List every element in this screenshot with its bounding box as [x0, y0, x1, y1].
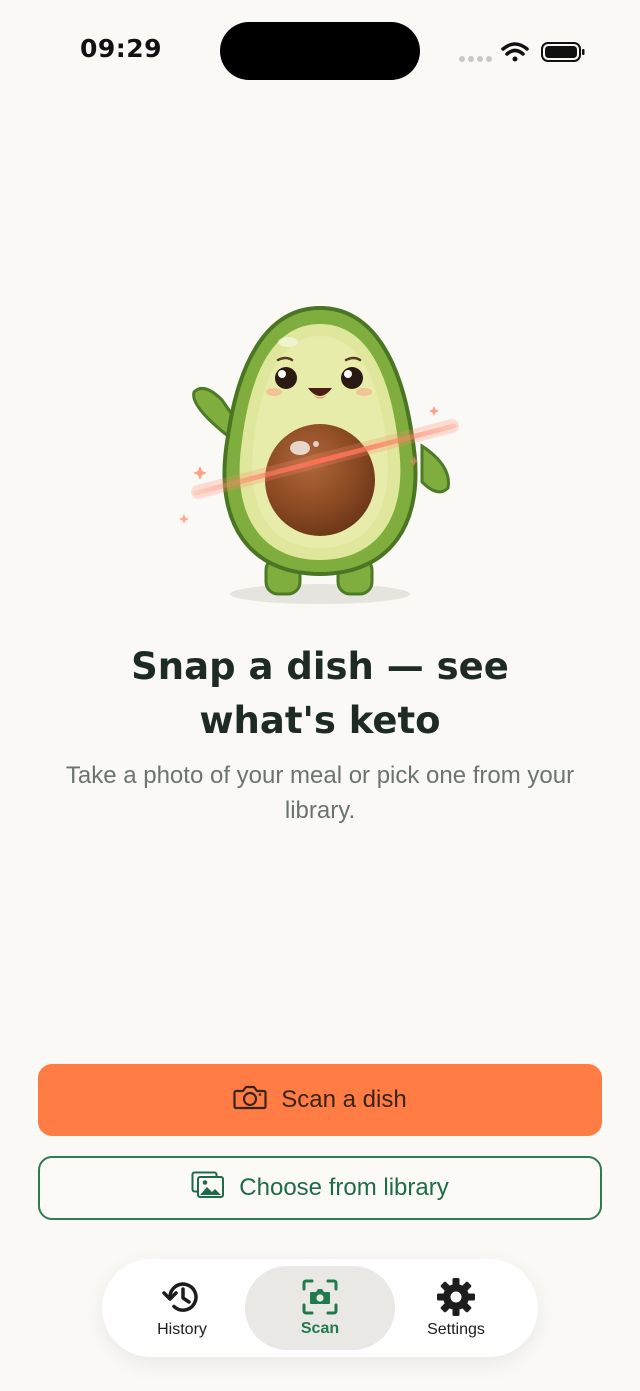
- cellular-signal-icon: [459, 56, 492, 62]
- photo-library-icon: [191, 1171, 225, 1206]
- scan-dish-label: Scan a dish: [281, 1086, 407, 1113]
- tab-history[interactable]: History: [122, 1259, 242, 1357]
- history-icon: [162, 1277, 202, 1317]
- choose-from-library-button[interactable]: Choose from library: [38, 1156, 602, 1220]
- bottom-tab-bar: History Scan Settings: [102, 1259, 538, 1357]
- gear-icon: [436, 1277, 476, 1317]
- camera-icon: [233, 1083, 267, 1118]
- scan-dish-button[interactable]: Scan a dish: [38, 1064, 602, 1136]
- tab-settings[interactable]: Settings: [396, 1259, 516, 1357]
- scan-camera-icon: [301, 1278, 339, 1316]
- page-subtitle: Take a photo of your meal or pick one fr…: [65, 762, 575, 824]
- wifi-icon: [501, 42, 529, 62]
- avocado-mascot-illustration: [170, 296, 470, 616]
- tab-scan[interactable]: Scan: [245, 1266, 395, 1350]
- tab-history-label: History: [157, 1321, 207, 1338]
- tab-settings-label: Settings: [427, 1321, 485, 1338]
- dynamic-island: [220, 22, 420, 80]
- battery-icon: [541, 42, 585, 62]
- status-bar: 09:29: [0, 0, 640, 100]
- page-title: Snap a dish — see what's keto: [131, 645, 509, 742]
- choose-from-library-label: Choose from library: [239, 1174, 449, 1201]
- status-time: 09:29: [80, 34, 163, 63]
- tab-scan-label: Scan: [300, 1320, 340, 1337]
- status-icons: [456, 38, 586, 66]
